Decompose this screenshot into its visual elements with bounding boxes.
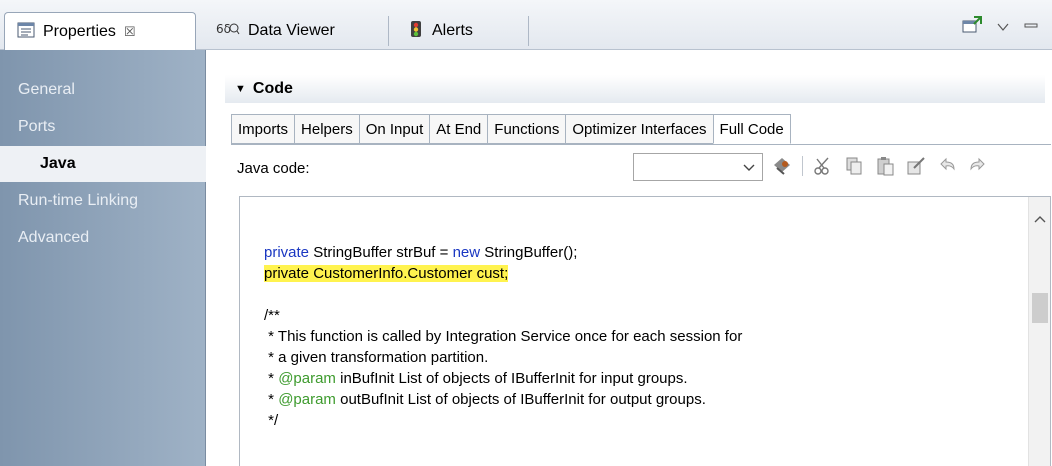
code-toolbar: Java code: (231, 144, 1051, 186)
subtab-helpers[interactable]: Helpers (294, 114, 359, 144)
import-icon[interactable] (771, 155, 793, 177)
code-annotation: @param (278, 391, 336, 408)
java-code-dropdown[interactable] (633, 153, 763, 181)
cut-icon[interactable] (812, 155, 834, 177)
view-tab-bar: Properties ☒ 6δ Data Viewer Alerts (0, 0, 1052, 51)
code-line: * @param inBufInit List of objects of IB… (264, 368, 688, 389)
minimize-icon[interactable] (1024, 19, 1038, 36)
code-text: * (264, 370, 279, 387)
redo-icon[interactable] (967, 155, 989, 177)
toolbar-separator (802, 156, 803, 176)
subtab-optimizer-interfaces[interactable]: Optimizer Interfaces (565, 114, 713, 144)
subtab-full-code[interactable]: Full Code (712, 114, 791, 144)
undo-icon[interactable] (936, 155, 958, 177)
vertical-scrollbar[interactable] (1028, 197, 1050, 466)
subtab-imports[interactable]: Imports (231, 114, 295, 144)
code-keyword: private (264, 244, 310, 261)
scroll-up-icon[interactable] (1034, 209, 1046, 223)
code-text: outBufInit List of objects of IBufferIni… (335, 391, 706, 408)
code-keyword: new (452, 244, 481, 261)
properties-content: ▼ Code Imports Helpers On Input At End F… (207, 50, 1052, 466)
nav-item-java[interactable]: Java (0, 146, 206, 182)
properties-nav: General Ports Java Run-time Linking Adva… (0, 50, 206, 466)
subtab-on-input[interactable]: On Input (358, 114, 430, 144)
chevron-down-icon (742, 160, 756, 174)
code-line: /** (264, 307, 280, 324)
tab-separator (528, 16, 529, 46)
subtab-functions[interactable]: Functions (487, 114, 566, 144)
code-line: private StringBuffer strBuf = new String… (264, 242, 577, 263)
view-toolbar (962, 16, 1038, 38)
highlighted-code: private CustomerInfo.Customer cust; (264, 265, 509, 282)
data-viewer-icon: 6δ (216, 21, 240, 42)
code-text: StringBuffer(); (480, 244, 578, 261)
code-line: * a given transformation partition. (264, 349, 489, 366)
nav-item-general[interactable]: General (18, 72, 75, 108)
code-line-highlighted: private CustomerInfo.Customer cust; (264, 263, 509, 284)
tab-alerts[interactable]: Alerts (396, 12, 485, 50)
code-line: * @param outBufInit List of objects of I… (264, 389, 706, 410)
paste-icon[interactable] (874, 155, 896, 177)
section-code-header[interactable]: ▼ Code (225, 75, 1045, 103)
collapse-triangle-icon[interactable]: ▼ (235, 83, 246, 95)
section-title: Code (252, 80, 293, 97)
code-text: inBufInit List of objects of IBufferInit… (335, 370, 688, 387)
edit-icon[interactable] (905, 155, 927, 177)
properties-icon (17, 22, 35, 43)
tab-separator (388, 16, 389, 46)
code-line: */ (264, 412, 279, 429)
close-icon[interactable]: ☒ (124, 24, 136, 40)
nav-item-advanced[interactable]: Advanced (18, 220, 89, 256)
tab-label: Properties (43, 23, 116, 40)
scrollbar-thumb[interactable] (1032, 293, 1048, 323)
code-annotation: @param (278, 370, 336, 387)
java-code-editor[interactable]: private StringBuffer strBuf = new String… (239, 196, 1051, 466)
new-window-icon[interactable] (962, 16, 982, 38)
tab-properties[interactable]: Properties ☒ (4, 12, 196, 51)
java-code-label: Java code: (237, 160, 310, 177)
code-line: * This function is called by Integration… (264, 328, 743, 345)
tab-label: Data Viewer (248, 22, 335, 39)
copy-icon[interactable] (843, 155, 865, 177)
svg-text:6δ: 6δ (216, 22, 231, 36)
nav-item-run-time-linking[interactable]: Run-time Linking (18, 183, 138, 219)
code-text: * (264, 391, 279, 408)
code-subtabs: Imports Helpers On Input At End Function… (231, 114, 791, 144)
nav-item-label: Java (40, 155, 76, 172)
view-menu-icon[interactable] (996, 19, 1010, 36)
tab-label: Alerts (432, 22, 473, 39)
alerts-icon (408, 20, 424, 43)
code-toolbar-icons (771, 155, 989, 177)
subtab-at-end[interactable]: At End (429, 114, 488, 144)
tab-data-viewer[interactable]: 6δ Data Viewer (204, 12, 347, 50)
code-text: StringBuffer strBuf = (309, 244, 453, 261)
nav-item-ports[interactable]: Ports (18, 109, 55, 145)
